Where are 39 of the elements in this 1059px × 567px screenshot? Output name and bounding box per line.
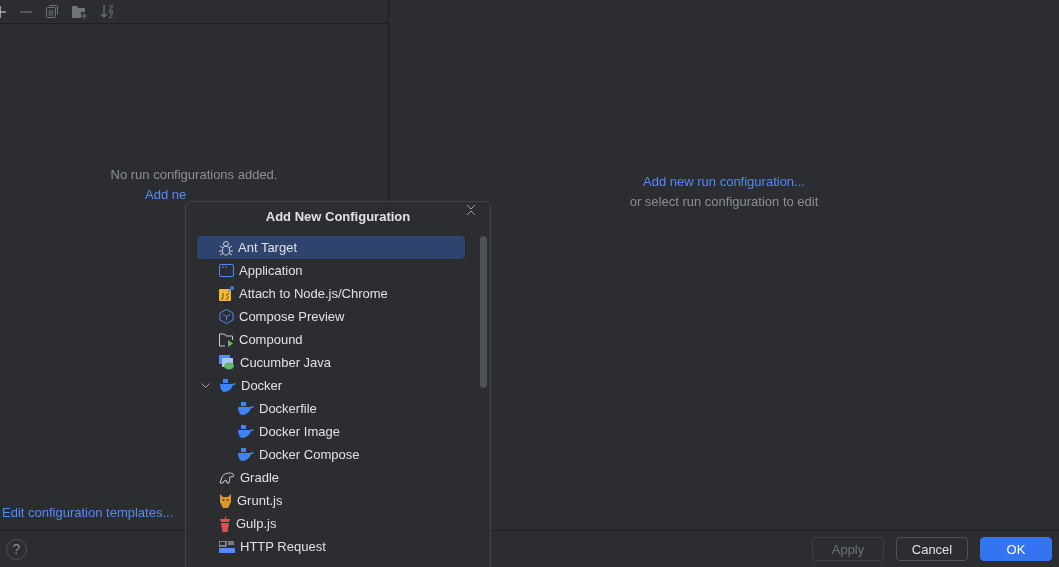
folder-run-icon	[219, 332, 234, 347]
docker-whale-icon	[238, 448, 254, 461]
cube-icon	[219, 309, 234, 324]
scrollbar[interactable]	[480, 236, 487, 388]
popup-title: Add New Configuration	[264, 208, 412, 226]
hint-text: or select run configuration to edit	[629, 194, 819, 209]
collapse-icon[interactable]	[466, 204, 476, 216]
add-configuration-link[interactable]: Add new run configuration...	[643, 174, 805, 189]
dialog-button[interactable]: Cancel	[896, 537, 968, 561]
docker-whale-icon	[238, 425, 254, 438]
list-item[interactable]: Compose Preview	[197, 305, 465, 328]
docker-whale-icon	[220, 379, 236, 392]
dialog-button[interactable]: OK	[980, 537, 1052, 561]
cucumber-icon	[219, 355, 235, 370]
list-item[interactable]: Docker Compose	[197, 443, 465, 466]
cup-icon	[219, 515, 231, 532]
boar-icon	[219, 492, 232, 509]
chevron-icon[interactable]	[201, 381, 210, 390]
list-item[interactable]: Grunt.js	[197, 489, 465, 512]
list-item[interactable]: Cucumber Java	[197, 351, 465, 374]
list-item[interactable]: Compound	[197, 328, 465, 351]
elephant-icon	[219, 471, 235, 484]
list-item[interactable]: Gulp.js	[197, 512, 465, 535]
api-icon	[219, 540, 235, 553]
list-item[interactable]: Ant Target	[197, 236, 465, 259]
list-item[interactable]: Application	[197, 259, 465, 282]
empty-message: No run configurations added.	[110, 167, 278, 182]
list-item[interactable]: Docker	[197, 374, 465, 397]
js-file-icon	[219, 286, 234, 301]
list-item[interactable]: Gradle	[197, 466, 465, 489]
list-item[interactable]: Dockerfile	[197, 397, 465, 420]
add-new-link[interactable]: Add ne	[145, 187, 187, 202]
list-item[interactable]: Attach to Node.js/Chrome	[197, 282, 465, 305]
edit-templates-link[interactable]: Edit configuration templates...	[2, 505, 174, 520]
bug-icon	[219, 239, 233, 256]
list-item[interactable]: HTTP Request	[197, 535, 465, 558]
list-item[interactable]: Docker Image	[197, 420, 465, 443]
docker-whale-icon	[238, 402, 254, 415]
window-icon	[219, 264, 234, 277]
